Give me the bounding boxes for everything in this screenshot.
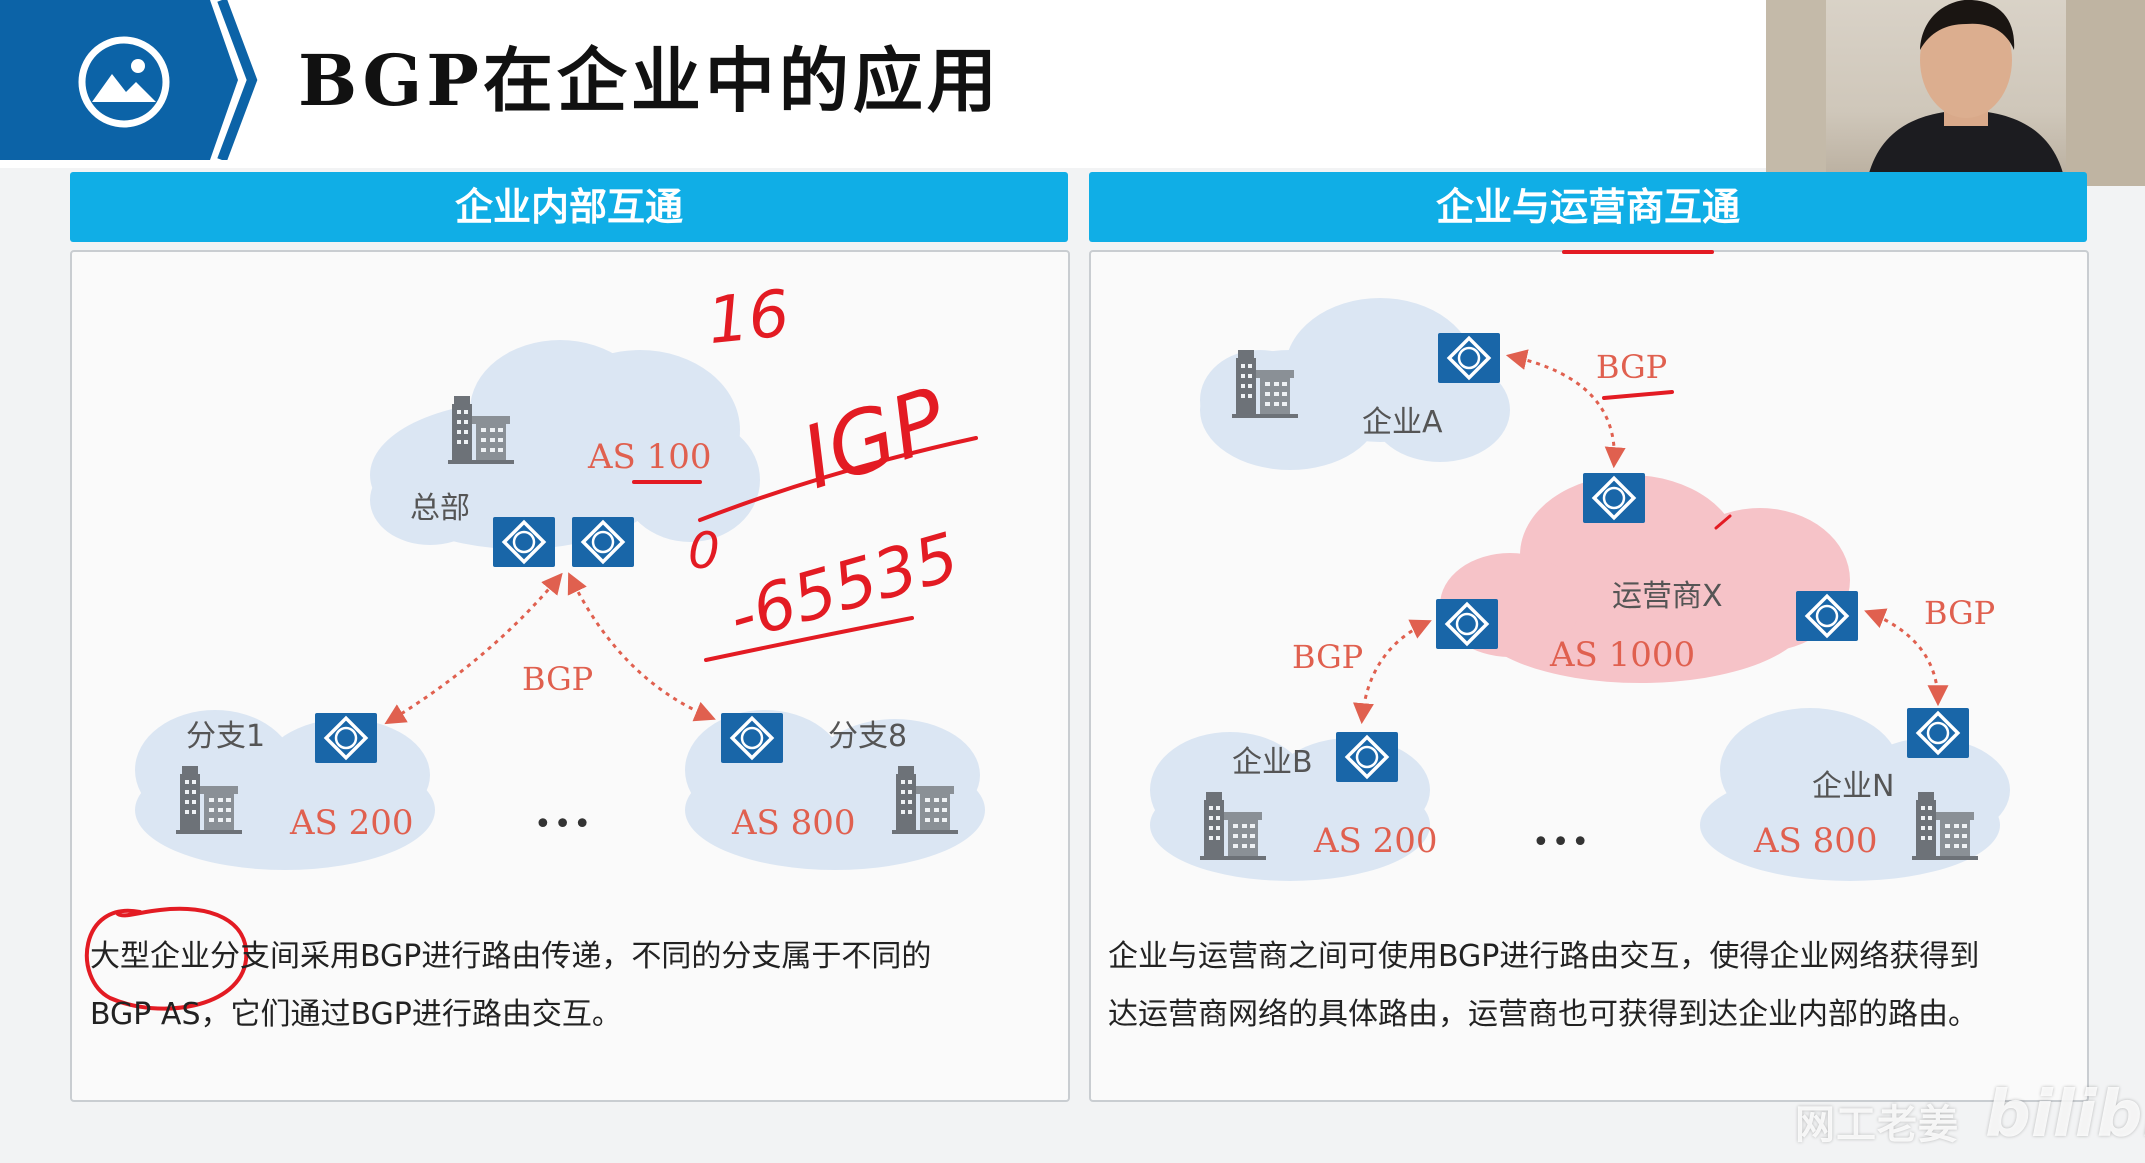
annotation-range: -65535 xyxy=(721,518,967,656)
router-enterprise-a-icon xyxy=(1436,331,1502,385)
router-hq-1-icon xyxy=(491,515,557,569)
hq-as-label: AS 100 xyxy=(587,437,712,477)
router-enterprise-b-icon xyxy=(1334,730,1400,784)
branch8-label: 分支8 xyxy=(828,719,907,754)
channel-watermark: 网工老姜 xyxy=(1795,1102,1959,1148)
router-branch1-icon xyxy=(313,711,379,765)
bgp-label-left-right-panel: BGP xyxy=(1292,638,1363,676)
annotation-underline-bgp-top xyxy=(1602,390,1674,400)
enterprise-b-label: 企业B xyxy=(1232,745,1313,780)
router-isp-top-icon xyxy=(1581,471,1647,525)
enterprise-n-label: 企业N xyxy=(1812,769,1894,804)
enterprise-a-label: 企业A xyxy=(1362,405,1443,440)
bgp-link-hq-branch1 xyxy=(384,572,563,725)
hq-label: 总部 xyxy=(410,491,470,526)
router-hq-2-icon xyxy=(570,515,636,569)
router-branch8-icon xyxy=(719,711,785,765)
annotation-zero: 0 xyxy=(688,522,720,580)
caption-isp-line2: 达运营商网络的具体路由，运营商也可获得到达企业内部的路由。 xyxy=(1108,997,1978,1032)
ellipsis-right: ••• xyxy=(1532,825,1591,860)
bgp-link-b-isp xyxy=(1352,619,1432,725)
bgp-label-left: BGP xyxy=(522,660,593,698)
branch1-as-label: AS 200 xyxy=(289,803,414,843)
branch8-as-label: AS 800 xyxy=(731,803,856,843)
bgp-label-right: BGP xyxy=(1924,594,1995,632)
branch1-label: 分支1 xyxy=(186,719,265,754)
bgp-label-top: BGP xyxy=(1596,348,1667,386)
ellipsis-left: ••• xyxy=(534,807,593,842)
router-isp-right-icon xyxy=(1794,589,1860,643)
caption-isp-line1: 企业与运营商之间可使用BGP进行路由交互，使得企业网络获得到 xyxy=(1108,939,1980,974)
router-isp-left-icon xyxy=(1434,597,1500,651)
annotation-16: 16 xyxy=(704,277,793,359)
caption-internal-line2: BGP AS，它们通过BGP进行路由交互。 xyxy=(90,997,622,1032)
enterprise-b-as-label: AS 200 xyxy=(1313,821,1438,861)
isp-as-label: AS 1000 xyxy=(1549,635,1695,675)
isp-label: 运营商X xyxy=(1612,579,1723,614)
enterprise-n-as-label: AS 800 xyxy=(1753,821,1878,861)
router-enterprise-n-icon xyxy=(1905,706,1971,760)
bilibili-logo: bilibili xyxy=(1985,1078,2145,1152)
caption-internal-line1: 大型企业分支间采用BGP进行路由传递，不同的分支属于不同的 xyxy=(90,939,932,974)
annotation-igp: IGP xyxy=(791,369,959,509)
